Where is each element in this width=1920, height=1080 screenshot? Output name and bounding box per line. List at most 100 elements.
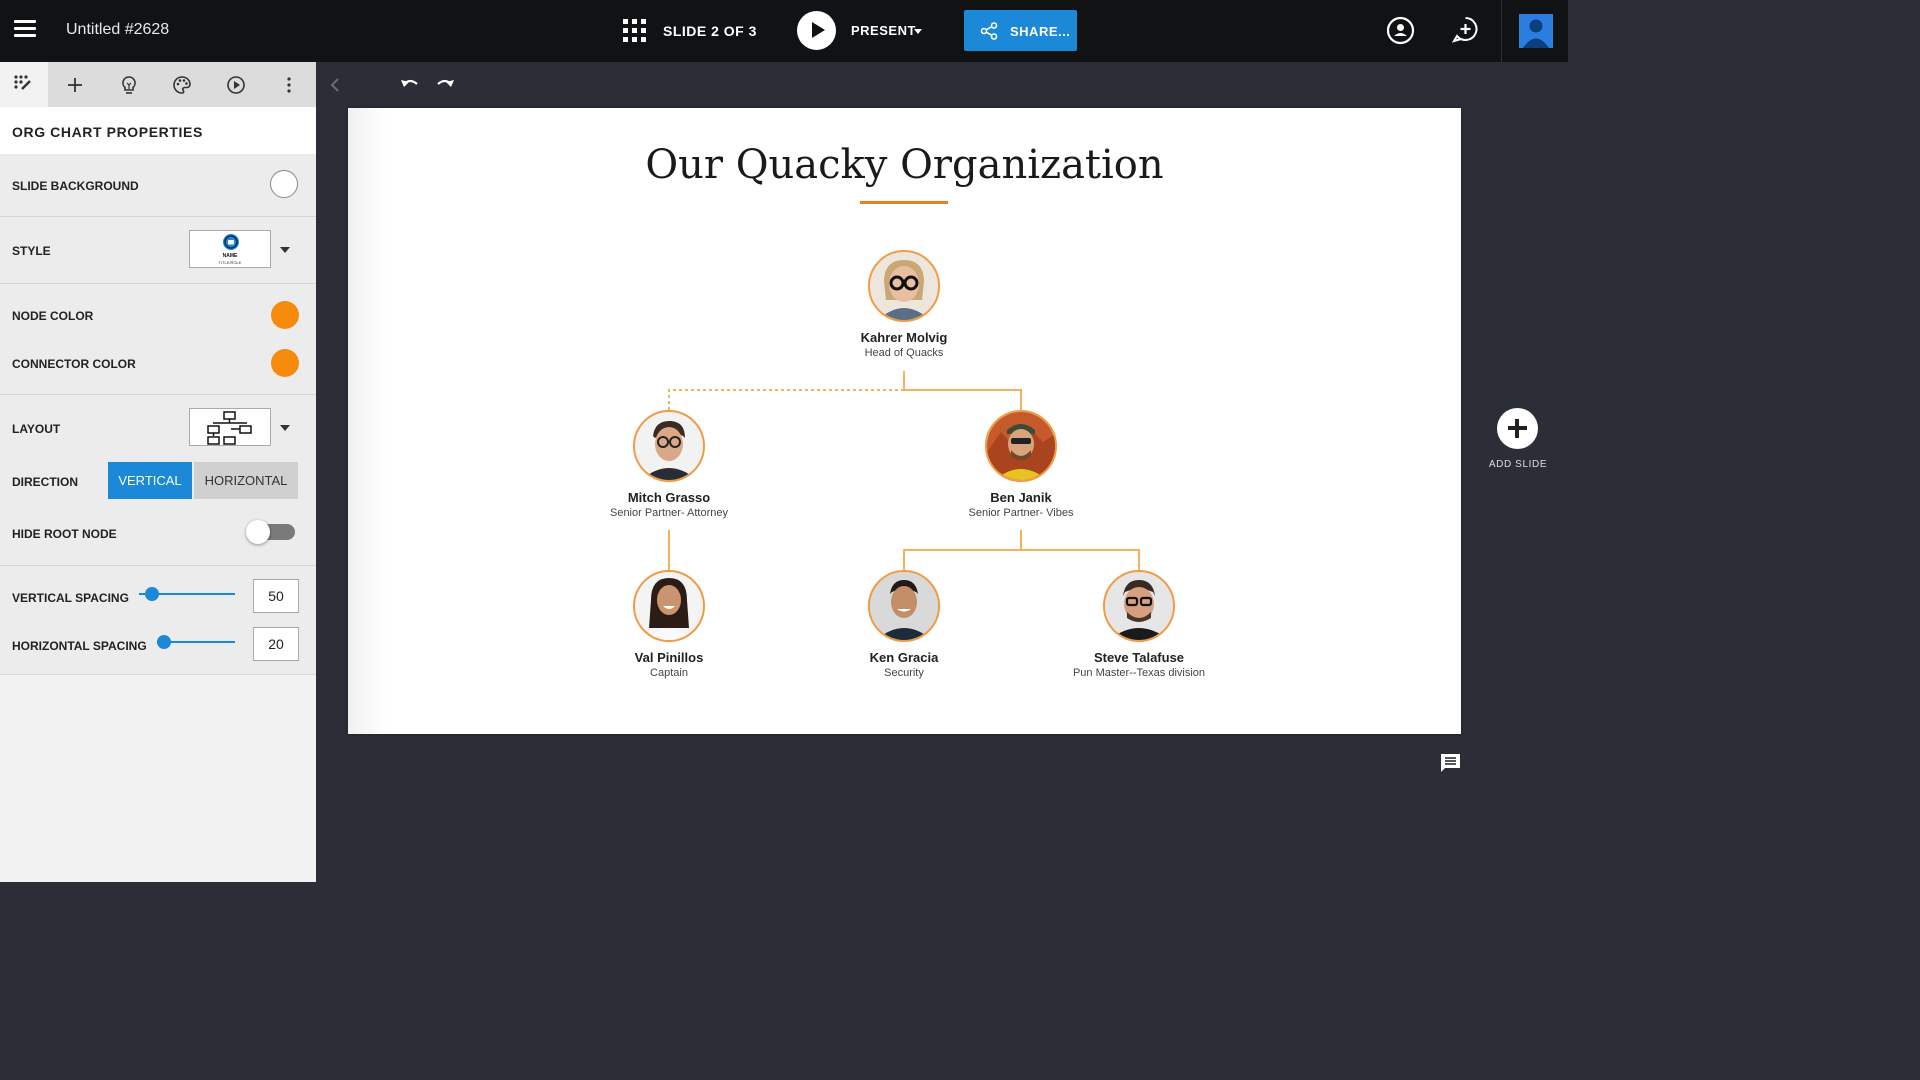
layout-label: LAYOUT: [12, 422, 61, 436]
person-name: Ben Janik: [990, 490, 1052, 505]
share-label: SHARE...: [1010, 24, 1071, 39]
slide-canvas[interactable]: Our Quacky Organization Kahrer Molvig He…: [348, 108, 1461, 734]
person-role: Senior Partner- Attorney: [609, 507, 728, 519]
direction-toggle-group: VERTICAL HORIZONTAL: [0, 462, 316, 499]
tab-add[interactable]: [51, 62, 99, 107]
tab-more[interactable]: [265, 62, 313, 107]
person-role: Security: [884, 667, 924, 679]
lightbulb-icon: [122, 76, 136, 94]
person-photo: [633, 410, 705, 482]
person-photo: [985, 410, 1057, 482]
node-color-swatch[interactable]: [271, 301, 299, 329]
play-circle-icon: [227, 76, 245, 94]
slide-counter[interactable]: SLIDE 2 OF 3: [663, 23, 757, 39]
add-slide-button[interactable]: [1497, 408, 1538, 449]
hide-root-label: HIDE ROOT NODE: [12, 527, 117, 541]
person-name: Mitch Grasso: [627, 490, 711, 505]
org-node-ben[interactable]: Ben Janik Senior Partner- Vibes: [921, 410, 1121, 519]
person-name: Ken Gracia: [869, 650, 939, 665]
spacing-section: VERTICAL SPACING 50 HORIZONTAL SPACING 2…: [0, 566, 316, 675]
horizontal-spacing-slider-handle[interactable]: [157, 635, 171, 649]
divider: [1501, 0, 1502, 62]
tab-ideas[interactable]: [105, 62, 153, 107]
org-node-val[interactable]: Val Pinillos Captain: [569, 570, 769, 679]
chevron-down-icon[interactable]: [280, 247, 290, 253]
person-role: Captain: [650, 667, 688, 679]
node-color-label: NODE COLOR: [12, 309, 94, 323]
style-thumb-name: NAME: [222, 253, 238, 259]
top-bar: Untitled #2628 SLIDE 2 OF 3 PRESENT SHAR…: [0, 0, 1568, 62]
panel-tabs: [0, 62, 316, 107]
magic-wand-icon: [14, 75, 31, 90]
notes-icon[interactable]: [1440, 753, 1461, 773]
style-thumbnail[interactable]: NAME TITLE/ROLE: [189, 230, 271, 268]
person-photo: [1103, 570, 1175, 642]
person-name: Kahrer Molvig: [860, 330, 948, 345]
avatar[interactable]: [1519, 14, 1553, 48]
tab-animation[interactable]: [212, 62, 260, 107]
vertical-spacing-slider-handle[interactable]: [145, 587, 159, 601]
connector-color-label: CONNECTOR COLOR: [12, 357, 136, 371]
person-name: Val Pinillos: [634, 650, 704, 665]
panel-heading: ORG CHART PROPERTIES: [12, 124, 203, 140]
person-portrait-icon: [635, 412, 703, 480]
style-label: STYLE: [12, 244, 51, 258]
org-node-steve[interactable]: Steve Talafuse Pun Master--Texas divisio…: [1039, 570, 1239, 679]
person-role: Head of Quacks: [864, 347, 944, 359]
panel-header: ORG CHART PROPERTIES: [0, 107, 316, 154]
present-button[interactable]: PRESENT: [851, 23, 916, 38]
person-photo: [868, 250, 940, 322]
chevron-down-icon[interactable]: [280, 425, 290, 431]
properties-panel: ORG CHART PROPERTIES SLIDE BACKGROUND ST…: [0, 62, 316, 882]
connector-color-swatch[interactable]: [271, 349, 299, 377]
horizontal-spacing-label: HORIZONTAL SPACING: [12, 639, 147, 653]
slide-grid-icon[interactable]: [623, 19, 646, 42]
share-button[interactable]: SHARE...: [964, 10, 1077, 51]
person-portrait-icon: [870, 572, 938, 640]
tab-themes[interactable]: [158, 62, 206, 107]
chevron-down-icon[interactable]: [914, 29, 922, 34]
slide-background-swatch[interactable]: [270, 170, 298, 198]
person-name: Steve Talafuse: [1093, 650, 1185, 665]
undo-icon[interactable]: [399, 76, 421, 94]
org-node-mitch[interactable]: Mitch Grasso Senior Partner- Attorney: [569, 410, 769, 519]
tab-properties[interactable]: [0, 62, 48, 107]
palette-icon: [173, 76, 191, 94]
direction-vertical-button[interactable]: VERTICAL: [108, 462, 192, 499]
style-section: STYLE NAME TITLE/ROLE: [0, 217, 316, 284]
org-node-ken[interactable]: Ken Gracia Security: [804, 570, 1004, 679]
vertical-spacing-input[interactable]: 50: [253, 579, 299, 613]
person-photo: [633, 570, 705, 642]
org-node-root[interactable]: Kahrer Molvig Head of Quacks: [804, 250, 1004, 359]
hide-root-toggle[interactable]: [246, 520, 295, 544]
direction-horizontal-button[interactable]: HORIZONTAL: [194, 462, 298, 499]
hamburger-menu-icon[interactable]: [14, 20, 36, 40]
layout-thumbnail[interactable]: [189, 408, 271, 446]
person-photo: [868, 570, 940, 642]
user-circle-icon[interactable]: [1386, 16, 1415, 45]
person-role: Senior Partner- Vibes: [968, 507, 1074, 519]
document-title[interactable]: Untitled #2628: [66, 21, 169, 39]
person-portrait-icon: [987, 412, 1055, 480]
play-icon[interactable]: [797, 11, 836, 50]
connector-root-mitch: [668, 389, 904, 411]
plus-icon: [68, 78, 82, 92]
vertical-spacing-label: VERTICAL SPACING: [12, 591, 129, 605]
layout-section: LAYOUT DIRECTION VERTICAL HORIZONTAL HID…: [0, 395, 316, 566]
person-portrait-icon: [1105, 572, 1173, 640]
slide-background-label: SLIDE BACKGROUND: [12, 179, 139, 193]
toggle-knob: [246, 520, 270, 544]
person-portrait-icon: [635, 572, 703, 640]
share-icon: [980, 22, 998, 40]
redo-icon[interactable]: [434, 76, 456, 94]
connector-root-ben: [903, 371, 1022, 411]
avatar-person-icon: [1523, 19, 1549, 48]
slide-background-section: SLIDE BACKGROUND: [0, 154, 316, 217]
horizontal-spacing-input[interactable]: 20: [253, 627, 299, 661]
connector-ben-children: [903, 530, 1140, 571]
org-chart-layout-icon: [207, 411, 252, 445]
person-portrait-icon: [870, 252, 938, 320]
collapse-panel-icon[interactable]: [329, 77, 341, 93]
more-vertical-icon: [287, 77, 291, 93]
add-comment-icon[interactable]: [1452, 16, 1479, 43]
